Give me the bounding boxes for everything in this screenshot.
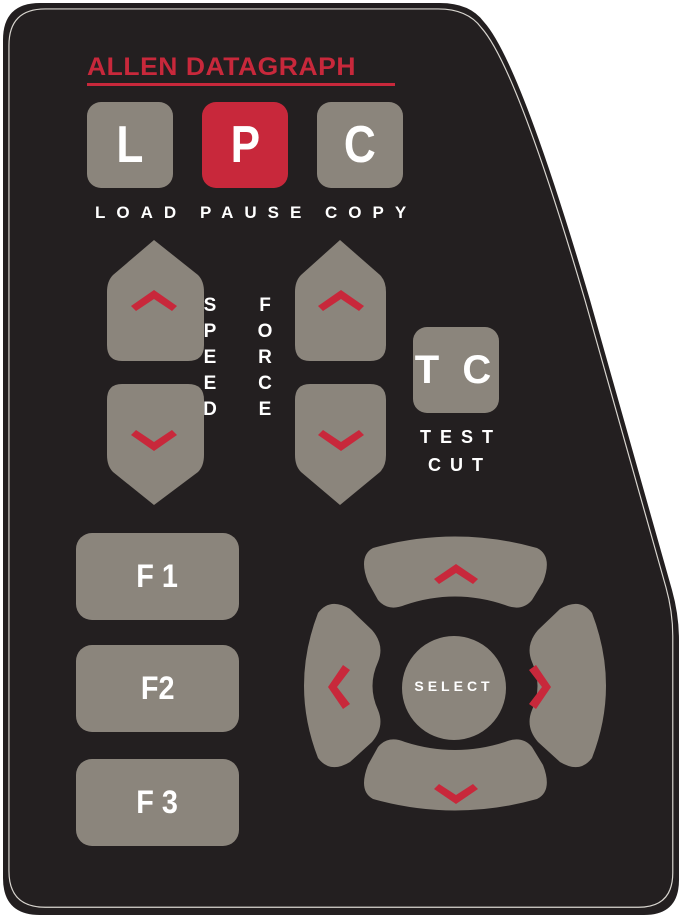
select-button[interactable] bbox=[402, 636, 506, 740]
nav-right-button[interactable] bbox=[529, 603, 606, 768]
pause-button[interactable]: P bbox=[202, 102, 288, 188]
f3-label: F 3 bbox=[136, 784, 179, 820]
f1-button[interactable]: F 1 bbox=[76, 533, 239, 620]
force-label: F O R C E bbox=[257, 295, 273, 420]
f1-label: F 1 bbox=[136, 558, 179, 594]
copy-button[interactable]: C bbox=[317, 102, 403, 188]
load-label: LOAD bbox=[95, 203, 188, 222]
test-cut-key-label: T C bbox=[414, 347, 498, 392]
test-cut-button[interactable]: T C bbox=[413, 327, 499, 413]
test-cut-label-line1: TEST bbox=[420, 427, 503, 447]
load-key-letter: L bbox=[116, 116, 144, 174]
test-cut-label-line2: CUT bbox=[428, 455, 492, 475]
nav-down-button[interactable] bbox=[364, 739, 547, 811]
copy-label: COPY bbox=[325, 203, 418, 222]
brand-underline bbox=[87, 83, 395, 86]
f2-label: F2 bbox=[140, 670, 175, 706]
nav-left-button[interactable] bbox=[304, 603, 381, 768]
brand-logo: ALLEN DATAGRAPH bbox=[87, 53, 357, 81]
f3-button[interactable]: F 3 bbox=[76, 759, 239, 846]
pause-label: PAUSE bbox=[200, 203, 313, 222]
copy-key-letter: C bbox=[344, 116, 376, 174]
pause-key-letter: P bbox=[230, 116, 260, 174]
speed-label: S P E E D bbox=[203, 295, 217, 420]
f2-button[interactable]: F2 bbox=[76, 645, 239, 732]
control-panel: ALLEN DATAGRAPH L P C LOAD PAUSE COPY S … bbox=[0, 0, 679, 918]
load-button[interactable]: L bbox=[87, 102, 173, 188]
